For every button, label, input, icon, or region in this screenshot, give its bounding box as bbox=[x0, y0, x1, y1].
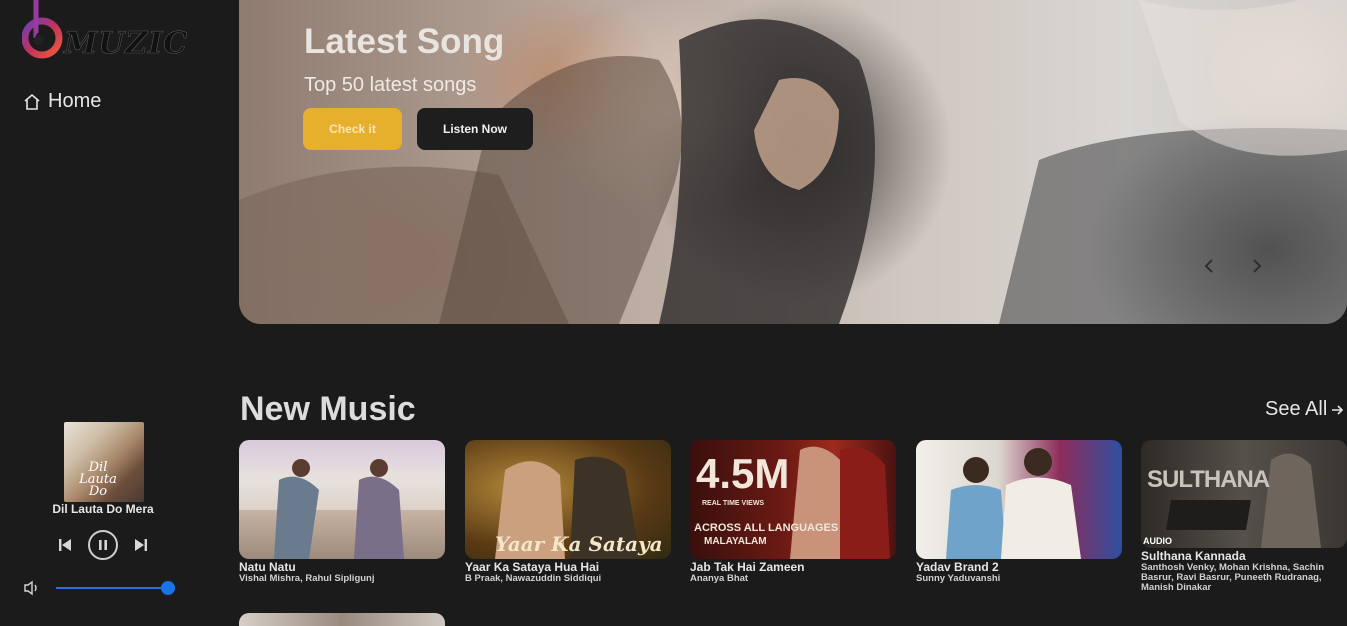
hero-title: Latest Song bbox=[304, 22, 505, 61]
player-controls bbox=[56, 530, 150, 560]
arrow-right-icon bbox=[1332, 404, 1344, 415]
now-playing-title: Dil Lauta Do Mera bbox=[52, 502, 154, 516]
skip-forward-icon bbox=[135, 539, 147, 551]
check-it-button[interactable]: Check it bbox=[303, 108, 402, 150]
next-button[interactable] bbox=[132, 536, 150, 554]
card-overlay-text: SULTHANA bbox=[1147, 466, 1270, 493]
volume-slider-track[interactable] bbox=[56, 587, 169, 589]
card-badge: AUDIO bbox=[1143, 536, 1172, 546]
home-icon bbox=[24, 93, 40, 110]
card-overlay-line: MALAYALAM bbox=[704, 536, 767, 547]
listen-now-button[interactable]: Listen Now bbox=[417, 108, 533, 150]
music-card-title: Yaar Ka Sataya Hua Hai bbox=[465, 560, 600, 574]
app-root: MUZIC Home Dil Lauta Do Dil Lauta Do Mer… bbox=[0, 0, 1347, 626]
sidebar-item-label: Home bbox=[48, 90, 102, 112]
music-card[interactable]: Yaar Ka Sataya Yaar Ka Sataya Hua Hai B … bbox=[465, 440, 671, 584]
music-card-artists: Sunny Yaduvanshi bbox=[916, 573, 1001, 584]
volume-icon bbox=[24, 580, 37, 596]
music-card[interactable]: SULTHANA AUDIO Sulthana Kannada Santhosh… bbox=[1141, 440, 1347, 593]
music-card[interactable]: 4.5M REAL TIME VIEWS ACROSS ALL LANGUAGE… bbox=[690, 440, 896, 584]
music-card[interactable]: Natu Natu Vishal Mishra, Rahul Sipligunj bbox=[239, 440, 445, 584]
card-overlay-text: Yaar Ka Sataya bbox=[495, 532, 663, 556]
music-card-thumbnail bbox=[916, 440, 1122, 559]
music-card-artists: Santhosh Venky, Mohan Krishna, Sachin Ba… bbox=[1141, 562, 1325, 593]
music-card-title: Jab Tak Hai Zameen bbox=[690, 560, 805, 574]
logo-icon bbox=[22, 0, 63, 59]
hero-banner: Latest Song Top 50 latest songs Check it… bbox=[239, 0, 1347, 324]
music-card-artists: Ananya Bhat bbox=[690, 573, 749, 584]
card-overlay-line: ACROSS ALL LANGUAGES bbox=[694, 522, 839, 534]
cover-text: Dil Lauta Do bbox=[79, 460, 117, 499]
volume-control bbox=[22, 578, 176, 603]
music-card[interactable]: Yadav Brand 2 Sunny Yaduvanshi bbox=[916, 440, 1122, 584]
sidebar-item-home[interactable]: Home bbox=[22, 90, 101, 113]
previous-button[interactable] bbox=[56, 536, 74, 554]
skip-back-icon bbox=[59, 539, 71, 551]
music-card-title: Sulthana Kannada bbox=[1141, 549, 1246, 563]
card-art bbox=[946, 448, 1081, 559]
volume-button[interactable] bbox=[22, 578, 42, 603]
music-card-thumbnail bbox=[239, 440, 445, 559]
card-art bbox=[1166, 453, 1321, 548]
carousel-prev-button[interactable] bbox=[1199, 256, 1219, 276]
music-card-artists: Vishal Mishra, Rahul Sipligunj bbox=[239, 573, 375, 584]
music-card-title: Yadav Brand 2 bbox=[916, 560, 999, 574]
section-title: New Music bbox=[240, 390, 416, 428]
card-overlay-views: 4.5M bbox=[696, 450, 790, 497]
carousel-next-button[interactable] bbox=[1247, 256, 1267, 276]
see-all-link[interactable]: See All bbox=[1265, 398, 1344, 421]
sidebar: MUZIC Home Dil Lauta Do Dil Lauta Do Mer… bbox=[0, 0, 239, 626]
music-card-thumbnail: SULTHANA AUDIO bbox=[1141, 440, 1347, 548]
music-card-partial[interactable] bbox=[239, 613, 445, 626]
volume-slider-handle[interactable] bbox=[161, 581, 176, 595]
music-card-thumbnail: 4.5M REAL TIME VIEWS ACROSS ALL LANGUAGE… bbox=[690, 440, 896, 559]
hero-subtitle: Top 50 latest songs bbox=[304, 74, 477, 96]
music-card-thumbnail: Yaar Ka Sataya bbox=[465, 440, 671, 559]
logo-text: MUZIC bbox=[64, 26, 189, 62]
music-card-artists: B Praak, Nawazuddin Siddiqui bbox=[465, 573, 602, 584]
card-overlay-caption: REAL TIME VIEWS bbox=[702, 500, 765, 507]
app-logo[interactable]: MUZIC bbox=[22, 0, 202, 66]
chevron-right-icon bbox=[1253, 259, 1262, 273]
pause-icon bbox=[99, 540, 107, 550]
pause-button[interactable] bbox=[88, 530, 118, 560]
music-card-title: Natu Natu bbox=[239, 560, 296, 574]
card-art bbox=[239, 459, 445, 559]
chevron-left-icon bbox=[1204, 259, 1213, 273]
see-all-label: See All bbox=[1265, 398, 1328, 420]
now-playing-cover[interactable]: Dil Lauta Do bbox=[64, 422, 144, 502]
